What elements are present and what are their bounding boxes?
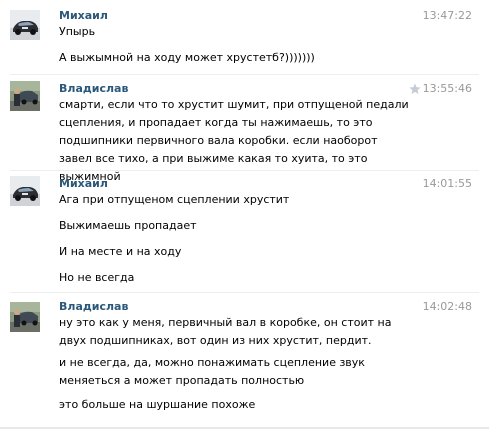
message-timestamp: 14:02:48 (422, 300, 472, 313)
message-item: Михаил 14:01:55 Ага при отпущеном сцепле… (0, 172, 489, 290)
chat-history: Михаил 13:47:22 Упырь А выжымной на ходу… (0, 0, 489, 433)
message-text: Но не всегда (59, 271, 135, 284)
person-by-car-avatar[interactable] (10, 302, 40, 332)
person-by-car-avatar[interactable] (10, 81, 40, 111)
message-item: Михаил 13:47:22 Упырь А выжымной на ходу… (0, 0, 489, 72)
bottom-border (0, 427, 489, 429)
message-text: А выжымной на ходу может хрустетб?))))))… (59, 51, 315, 64)
message-text: ну это как у меня, первичный вал в короб… (59, 316, 392, 347)
message-text: Упырь (59, 25, 96, 38)
message-text: И на месте и на ходу (59, 245, 182, 258)
message-text: это больше на шуршание похоже (59, 398, 256, 411)
message-timestamp: 14:01:55 (422, 177, 472, 190)
car-photo-avatar[interactable] (10, 176, 40, 206)
car-photo-avatar[interactable] (10, 10, 40, 40)
message-author[interactable]: Михаил (59, 9, 108, 23)
message-author[interactable]: Владислав (59, 82, 128, 96)
message-text: Выжимаешь пропадает (59, 219, 197, 232)
star-icon[interactable] (409, 83, 421, 95)
message-item: Владислав 13:55:46 смарти, если что то х… (0, 76, 489, 183)
message-item: Владислав 14:02:48 ну это как у меня, пе… (0, 294, 489, 424)
message-text: и не всегда, да, можно понажимать сцепле… (59, 356, 365, 387)
message-author[interactable]: Михаил (59, 177, 108, 191)
message-divider (10, 170, 479, 171)
message-divider (10, 74, 479, 75)
message-author[interactable]: Владислав (59, 300, 128, 314)
message-divider (10, 292, 479, 293)
message-timestamp: 13:55:46 (422, 82, 472, 95)
message-text: Ага при отпущеном сцеплении хрустит (59, 193, 290, 206)
message-timestamp: 13:47:22 (422, 9, 472, 22)
